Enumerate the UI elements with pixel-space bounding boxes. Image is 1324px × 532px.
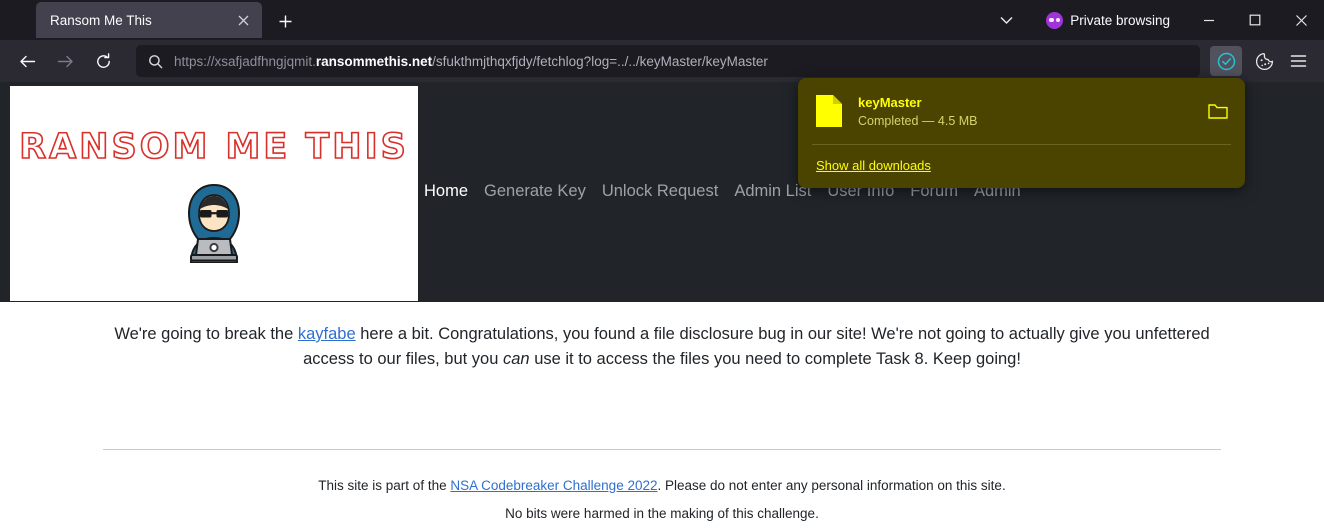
mask-icon (1046, 11, 1064, 29)
private-browsing-indicator: Private browsing (1046, 11, 1170, 29)
reload-icon[interactable] (86, 45, 120, 77)
page-footer: This site is part of the NSA Codebreaker… (0, 472, 1324, 528)
url-bar[interactable]: https://xsafjadfhngjqmit.ransommethis.ne… (136, 45, 1200, 77)
nav-link-unlock-request[interactable]: Unlock Request (602, 182, 718, 201)
cookie-icon[interactable] (1248, 46, 1280, 76)
footer-line-1-part-2: . Please do not enter any personal infor… (657, 478, 1006, 493)
url-path: /sfukthmjthqxfjdy/fetchlog?log=../../key… (432, 53, 768, 69)
nav-link-home[interactable]: Home (424, 182, 468, 201)
downloads-button[interactable] (1210, 46, 1242, 76)
forward-arrow-icon[interactable] (48, 45, 82, 77)
close-icon[interactable] (1278, 0, 1324, 40)
download-status: Completed — 4.5 MB (858, 113, 978, 128)
url-host: ransommethis.net (315, 53, 433, 69)
kayfabe-link[interactable]: kayfabe (298, 325, 356, 343)
back-arrow-icon[interactable] (10, 45, 44, 77)
footer-line-1-part-1: This site is part of the (318, 478, 451, 493)
footer-line-2: No bits were harmed in the making of thi… (505, 506, 819, 521)
minimize-icon[interactable] (1186, 0, 1232, 40)
site-logo[interactable]: RANSOM ME THIS (10, 86, 418, 301)
browser-window: Ransom Me This Private browsing https://… (0, 0, 1324, 532)
chevron-down-icon[interactable] (988, 4, 1024, 36)
navigation-toolbar: https://xsafjadfhngjqmit.ransommethis.ne… (0, 40, 1324, 82)
url-text: https://xsafjadfhngjqmit.ransommethis.ne… (174, 54, 768, 69)
search-icon (148, 54, 163, 69)
tab-title: Ransom Me This (50, 12, 152, 28)
new-tab-button[interactable] (270, 6, 300, 36)
nsa-codebreaker-link[interactable]: NSA Codebreaker Challenge 2022 (450, 478, 657, 493)
hamburger-menu-icon[interactable] (1282, 46, 1314, 76)
url-scheme: https://xsafjadfhngjqmit. (174, 53, 316, 69)
close-icon[interactable] (232, 9, 254, 31)
footer-divider (103, 449, 1221, 450)
maximize-icon[interactable] (1232, 0, 1278, 40)
private-browsing-label: Private browsing (1070, 12, 1170, 28)
body-text-part-3: use it to access the files you need to c… (529, 350, 1021, 368)
footer-line-1: This site is part of the NSA Codebreaker… (0, 472, 1324, 500)
download-file-name: keyMaster (858, 94, 922, 110)
tab-strip-right-controls: Private browsing (988, 0, 1324, 40)
page-body-text: We're going to break the kayfabe here a … (102, 322, 1222, 372)
download-item-meta: keyMaster Completed — 4.5 MB (858, 95, 1205, 128)
show-all-downloads-link[interactable]: Show all downloads (798, 145, 1245, 173)
logo-title: RANSOM ME THIS (18, 126, 409, 168)
body-text-emphasis: can (503, 350, 530, 368)
folder-icon[interactable] (1205, 98, 1231, 124)
tab-strip: Ransom Me This Private browsing (0, 0, 1324, 40)
downloads-panel: keyMaster Completed — 4.5 MB Show all do… (798, 78, 1245, 188)
file-icon (816, 95, 842, 127)
download-item[interactable]: keyMaster Completed — 4.5 MB (798, 78, 1245, 144)
nav-link-generate-key[interactable]: Generate Key (484, 182, 586, 201)
browser-tab[interactable]: Ransom Me This (36, 2, 262, 38)
body-text-part-1: We're going to break the (114, 325, 298, 343)
hacker-with-laptop-icon (173, 179, 255, 268)
